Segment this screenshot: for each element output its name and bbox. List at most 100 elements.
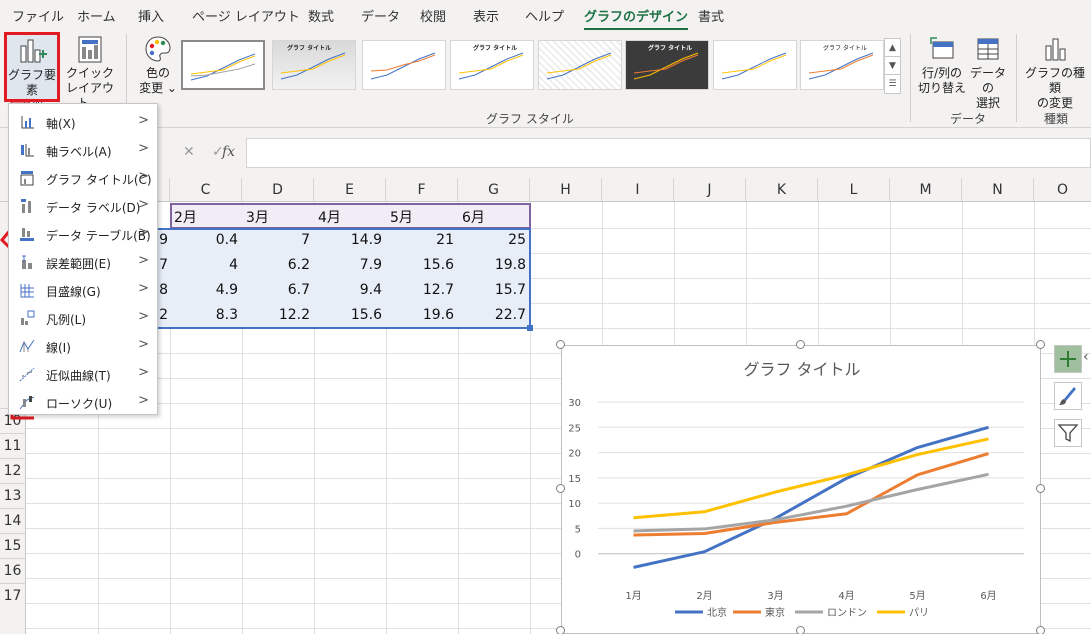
cell-f-row1[interactable]: 21	[386, 232, 454, 248]
menu-item-legend[interactable]: 凡例(L) >	[9, 304, 157, 332]
line-chart[interactable]: グラフ タイトル 0 5 10 15 20 25 30 1月 2月 3月 4月 5月 6月 北京 東京 ロンド…	[561, 345, 1041, 634]
cell-c-header[interactable]: 2月	[174, 207, 197, 227]
cell-d-row1[interactable]: 7	[242, 232, 310, 248]
column-header-n[interactable]: N	[962, 178, 1034, 202]
cell-e-row3[interactable]: 9.4	[314, 282, 382, 298]
insert-function-icon[interactable]: fx	[222, 144, 235, 160]
change-chart-type-button[interactable]: グラフの種類 の変更	[1022, 34, 1088, 110]
gallery-down-icon[interactable]: ▼	[885, 57, 900, 75]
menu-item-lines[interactable]: 線(I) >	[9, 332, 157, 360]
cell-f-row2[interactable]: 15.6	[386, 257, 454, 273]
chart-title[interactable]: グラフ タイトル	[743, 360, 860, 379]
cell-d-row2[interactable]: 6.2	[242, 257, 310, 273]
menu-item-data-labels[interactable]: データ ラベル(D) >	[9, 192, 157, 220]
formula-cancel-icon[interactable]: ✕	[183, 144, 195, 160]
menu-item-axis-titles[interactable]: 軸ラベル(A) >	[9, 136, 157, 164]
chart-style-6[interactable]: グラフ タイトル	[625, 40, 709, 90]
tab-home[interactable]: ホーム	[77, 6, 116, 25]
chart-style-7[interactable]	[713, 40, 797, 90]
column-header-c[interactable]: C	[170, 178, 242, 202]
menu-item-chart-title[interactable]: グラフ タイトル(C) >	[9, 164, 157, 192]
cell-f-header[interactable]: 5月	[390, 207, 413, 227]
cell-g-row2[interactable]: 19.8	[458, 257, 526, 273]
row-header-11[interactable]: 11	[0, 434, 26, 459]
column-header-d[interactable]: D	[242, 178, 314, 202]
tab-view[interactable]: 表示	[473, 6, 499, 25]
chart-style-8[interactable]: グラフ タイトル	[800, 40, 884, 90]
menu-item-axes[interactable]: 軸(X) >	[9, 108, 157, 136]
chart-elements-button[interactable]	[1054, 345, 1082, 373]
tab-chart-design[interactable]: グラフのデザイン	[584, 6, 689, 31]
gallery-up-icon[interactable]: ▲	[885, 39, 900, 57]
cell-d-row3[interactable]: 6.7	[242, 282, 310, 298]
chart-resize-handle[interactable]	[1036, 484, 1045, 493]
row-header-15[interactable]: 15	[0, 534, 26, 559]
cell-e-row4[interactable]: 15.6	[314, 307, 382, 323]
cell-g-header[interactable]: 6月	[462, 207, 485, 227]
menu-item-up-down-bars[interactable]: ローソク(U) >	[9, 388, 157, 416]
cell-g-row3[interactable]: 15.7	[458, 282, 526, 298]
style-gallery-scroll[interactable]: ▲ ▼ ☰	[884, 38, 901, 94]
range-resize-handle[interactable]	[527, 325, 533, 331]
chart-resize-handle[interactable]	[1036, 626, 1045, 634]
row-header-17[interactable]: 17	[0, 584, 26, 634]
chart-style-3[interactable]	[362, 40, 446, 90]
column-header-l[interactable]: L	[818, 178, 890, 202]
cell-e-row2[interactable]: 7.9	[314, 257, 382, 273]
cell-c-row1[interactable]: 0.4	[170, 232, 238, 248]
column-header-k[interactable]: K	[746, 178, 818, 202]
chart-resize-handle[interactable]	[796, 626, 805, 634]
column-header-h[interactable]: H	[530, 178, 602, 202]
menu-item-trendline[interactable]: 近似曲線(T) >	[9, 360, 157, 388]
series-line-3[interactable]	[633, 437, 989, 520]
row-header-16[interactable]: 16	[0, 559, 26, 584]
tab-formulas[interactable]: 数式	[308, 6, 334, 25]
cell-g-row1[interactable]: 25	[458, 232, 526, 248]
chart-filters-button[interactable]	[1054, 419, 1082, 447]
menu-item-data-table[interactable]: データ テーブル(B) >	[9, 220, 157, 248]
add-chart-element-button[interactable]: グラフ要素 を追加 ⌄	[4, 32, 60, 112]
menu-item-error-bars[interactable]: 誤差範囲(E) >	[9, 248, 157, 276]
cell-c-row2[interactable]: 4	[170, 257, 238, 273]
chart-resize-handle[interactable]	[556, 340, 565, 349]
row-header-13[interactable]: 13	[0, 484, 26, 509]
gallery-more-icon[interactable]: ☰	[885, 75, 900, 93]
cell-c-row4[interactable]: 8.3	[170, 307, 238, 323]
cell-e-header[interactable]: 4月	[318, 207, 341, 227]
row-header-14[interactable]: 14	[0, 509, 26, 534]
tab-review[interactable]: 校閲	[420, 6, 446, 25]
cell-c-row3[interactable]: 4.9	[170, 282, 238, 298]
chart-resize-handle[interactable]	[556, 484, 565, 493]
chart-style-5[interactable]	[538, 40, 622, 90]
column-header-o[interactable]: O	[1034, 178, 1091, 202]
cell-f-row4[interactable]: 19.6	[386, 307, 454, 323]
tab-help[interactable]: ヘルプ	[525, 6, 564, 25]
cell-e-row1[interactable]: 14.9	[314, 232, 382, 248]
tab-page-layout[interactable]: ページ レイアウト	[192, 6, 300, 25]
change-colors-button[interactable]: 色の 変更 ⌄	[134, 34, 182, 104]
chart-style-4[interactable]: グラフ タイトル	[450, 40, 534, 90]
select-data-button[interactable]: データの 選択	[966, 34, 1010, 110]
column-header-j[interactable]: J	[674, 178, 746, 202]
switch-row-column-button[interactable]: 行/列の 切り替え	[918, 34, 966, 104]
series-line-0[interactable]	[633, 425, 989, 569]
cell-f-row3[interactable]: 12.7	[386, 282, 454, 298]
tab-format[interactable]: 書式	[698, 6, 724, 25]
column-header-e[interactable]: E	[314, 178, 386, 202]
series-line-1[interactable]	[633, 452, 989, 537]
cell-d-row4[interactable]: 12.2	[242, 307, 310, 323]
column-header-i[interactable]: I	[602, 178, 674, 202]
quick-layout-button[interactable]: クイック レイアウト ⌄	[61, 34, 119, 110]
column-header-g[interactable]: G	[458, 178, 530, 202]
menu-item-gridlines[interactable]: 目盛線(G) >	[9, 276, 157, 304]
cell-d-header[interactable]: 3月	[246, 207, 269, 227]
column-header-m[interactable]: M	[890, 178, 962, 202]
column-header-f[interactable]: F	[386, 178, 458, 202]
chart-resize-handle[interactable]	[556, 626, 565, 634]
chart-style-1[interactable]	[181, 40, 265, 90]
row-header-12[interactable]: 12	[0, 459, 26, 484]
chart-style-2[interactable]: グラフ タイトル	[272, 40, 356, 90]
tab-insert[interactable]: 挿入	[138, 6, 164, 25]
formula-input[interactable]	[246, 138, 1091, 168]
chart-styles-button[interactable]	[1054, 382, 1082, 410]
